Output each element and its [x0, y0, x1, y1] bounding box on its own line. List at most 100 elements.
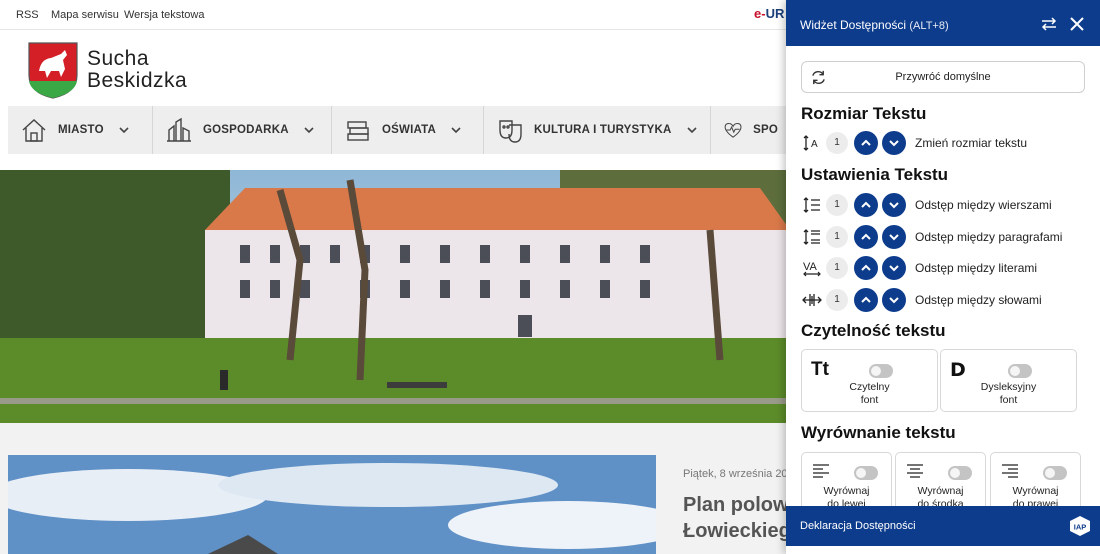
chevron-down-icon: [889, 234, 899, 241]
nav-item-kultura[interactable]: KULTURA I TURYSTYKA: [484, 106, 711, 154]
section-title-alignment: Wyrównanie tekstu: [801, 423, 956, 442]
chevron-down-icon: [451, 127, 461, 134]
text-size-row: A 1 Zmień rozmiar tekstu: [802, 131, 1092, 155]
chevron-down-icon: [304, 127, 314, 134]
line-spacing-row: 1 Odstęp między wierszami: [802, 193, 1092, 217]
decrease-button[interactable]: [882, 288, 906, 312]
coat-of-arms-icon: [28, 42, 78, 99]
section-title-readability: Czytelność tekstu: [801, 321, 946, 340]
decrease-button[interactable]: [882, 225, 906, 249]
letter-spacing-icon: VA: [803, 261, 821, 277]
chevron-down-icon: [889, 140, 899, 147]
svg-text:IAP: IAP: [1074, 523, 1087, 532]
hero-image: [0, 170, 790, 423]
increase-button[interactable]: [854, 131, 878, 155]
align-right-card[interactable]: Wyrównaj do prawej: [990, 452, 1081, 512]
chevron-up-icon: [861, 139, 871, 146]
theater-masks-icon: [499, 120, 522, 143]
books-icon: [347, 121, 369, 141]
iap-logo-icon[interactable]: IAP: [1069, 515, 1091, 537]
align-left-card[interactable]: Wyrównaj do lewej: [801, 452, 892, 512]
increase-button[interactable]: [854, 256, 878, 280]
align-right-toggle[interactable]: [1043, 466, 1067, 480]
swap-side-icon[interactable]: [1040, 15, 1058, 33]
dyslexic-font-icon: D: [950, 359, 966, 381]
chevron-up-icon: [861, 296, 871, 303]
readable-font-label: Czytelny font: [849, 381, 890, 406]
accessibility-widget: Widżet Dostępności (ALT+8) Przywróć domy…: [786, 0, 1100, 554]
sky-photo: [8, 455, 656, 554]
buildings-icon: [167, 117, 191, 142]
widget-footer: Deklaracja Dostępności IAP: [786, 506, 1100, 546]
nav-item-gospodarka[interactable]: GOSPODARKA: [153, 106, 332, 154]
chevron-up-icon: [861, 233, 871, 240]
paragraph-spacing-value: 1: [826, 226, 848, 248]
section-title-text-settings: Ustawienia Tekstu: [801, 165, 949, 184]
word-spacing-row: 1 Odstęp między słowami: [802, 288, 1092, 312]
decrease-button[interactable]: [882, 193, 906, 217]
news-image[interactable]: [8, 455, 656, 554]
reset-defaults-button[interactable]: Przywróć domyślne: [801, 61, 1085, 93]
readable-font-icon: Tt: [811, 359, 829, 380]
word-spacing-value: 1: [826, 289, 848, 311]
chevron-down-icon: [889, 265, 899, 272]
letter-spacing-row: VA 1 Odstęp między literami: [802, 256, 1092, 280]
heart-pulse-icon: [724, 123, 742, 138]
main-navigation: MIASTO GOSPODARKA OŚWIATA KULTURA I TURY…: [8, 106, 790, 154]
word-spacing-icon: [802, 294, 822, 306]
nav-item-oswiata[interactable]: OŚWIATA: [332, 106, 484, 154]
increase-button[interactable]: [854, 225, 878, 249]
widget-header: Widżet Dostępności (ALT+8): [786, 0, 1100, 46]
decrease-button[interactable]: [882, 256, 906, 280]
text-size-icon: A: [803, 135, 818, 151]
chevron-down-icon: [686, 127, 697, 134]
paragraph-spacing-label: Odstęp między paragrafami: [915, 230, 1063, 244]
refresh-icon: [812, 70, 825, 85]
text-size-value: 1: [826, 132, 848, 154]
news-date: Piątek, 8 września 2023: [683, 468, 788, 480]
increase-button[interactable]: [854, 193, 878, 217]
dyslexic-font-label: Dysleksyjny font: [980, 381, 1037, 406]
accessibility-declaration-link[interactable]: Deklaracja Dostępności: [800, 520, 916, 532]
nav-item-sport[interactable]: SPO: [711, 106, 790, 154]
paragraph-spacing-icon: [803, 229, 820, 245]
site-logo[interactable]: Sucha Beskidzka: [27, 40, 207, 100]
align-left-toggle[interactable]: [854, 466, 878, 480]
section-title-text-size: Rozmiar Tekstu: [801, 104, 927, 123]
site-name: Sucha Beskidzka: [87, 47, 188, 92]
e-urzad-link[interactable]: e-UR: [754, 6, 784, 21]
close-icon[interactable]: [1069, 16, 1085, 32]
letter-spacing-label: Odstęp między literami: [915, 261, 1038, 275]
chevron-down-icon: [889, 202, 899, 209]
text-version-link[interactable]: Wersja tekstowa: [124, 9, 205, 21]
dyslexic-font-toggle[interactable]: [1008, 364, 1032, 378]
readable-font-toggle[interactable]: [869, 364, 893, 378]
chevron-down-icon: [889, 297, 899, 304]
align-center-card[interactable]: Wyrównaj do środka: [895, 452, 986, 512]
nav-item-miasto[interactable]: MIASTO: [8, 106, 153, 154]
top-bar: RSS Mapa serwisu Wersja tekstowa e-UR: [0, 0, 790, 30]
line-spacing-icon: [803, 197, 820, 213]
readable-font-card[interactable]: Tt Czytelny font: [801, 349, 938, 412]
align-left-icon: [813, 464, 829, 478]
svg-text:A: A: [811, 139, 818, 150]
chevron-up-icon: [861, 201, 871, 208]
widget-title: Widżet Dostępności (ALT+8): [800, 18, 949, 32]
align-right-icon: [1002, 464, 1018, 478]
paragraph-spacing-row: 1 Odstęp między paragrafami: [802, 225, 1092, 249]
dyslexic-font-card[interactable]: D Dysleksyjny font: [940, 349, 1077, 412]
house-icon: [22, 119, 46, 142]
chevron-down-icon: [119, 127, 129, 134]
rss-link[interactable]: RSS: [16, 9, 39, 21]
decrease-button[interactable]: [882, 131, 906, 155]
news-title[interactable]: Plan polow Łowieckieg: [683, 492, 788, 544]
sitemap-link[interactable]: Mapa serwisu: [51, 9, 119, 21]
line-spacing-label: Odstęp między wierszami: [915, 198, 1052, 212]
increase-button[interactable]: [854, 288, 878, 312]
chevron-up-icon: [861, 264, 871, 271]
align-center-toggle[interactable]: [948, 466, 972, 480]
letter-spacing-value: 1: [826, 257, 848, 279]
align-center-icon: [907, 464, 923, 478]
text-size-label: Zmień rozmiar tekstu: [915, 136, 1028, 150]
svg-text:VA: VA: [803, 261, 818, 273]
